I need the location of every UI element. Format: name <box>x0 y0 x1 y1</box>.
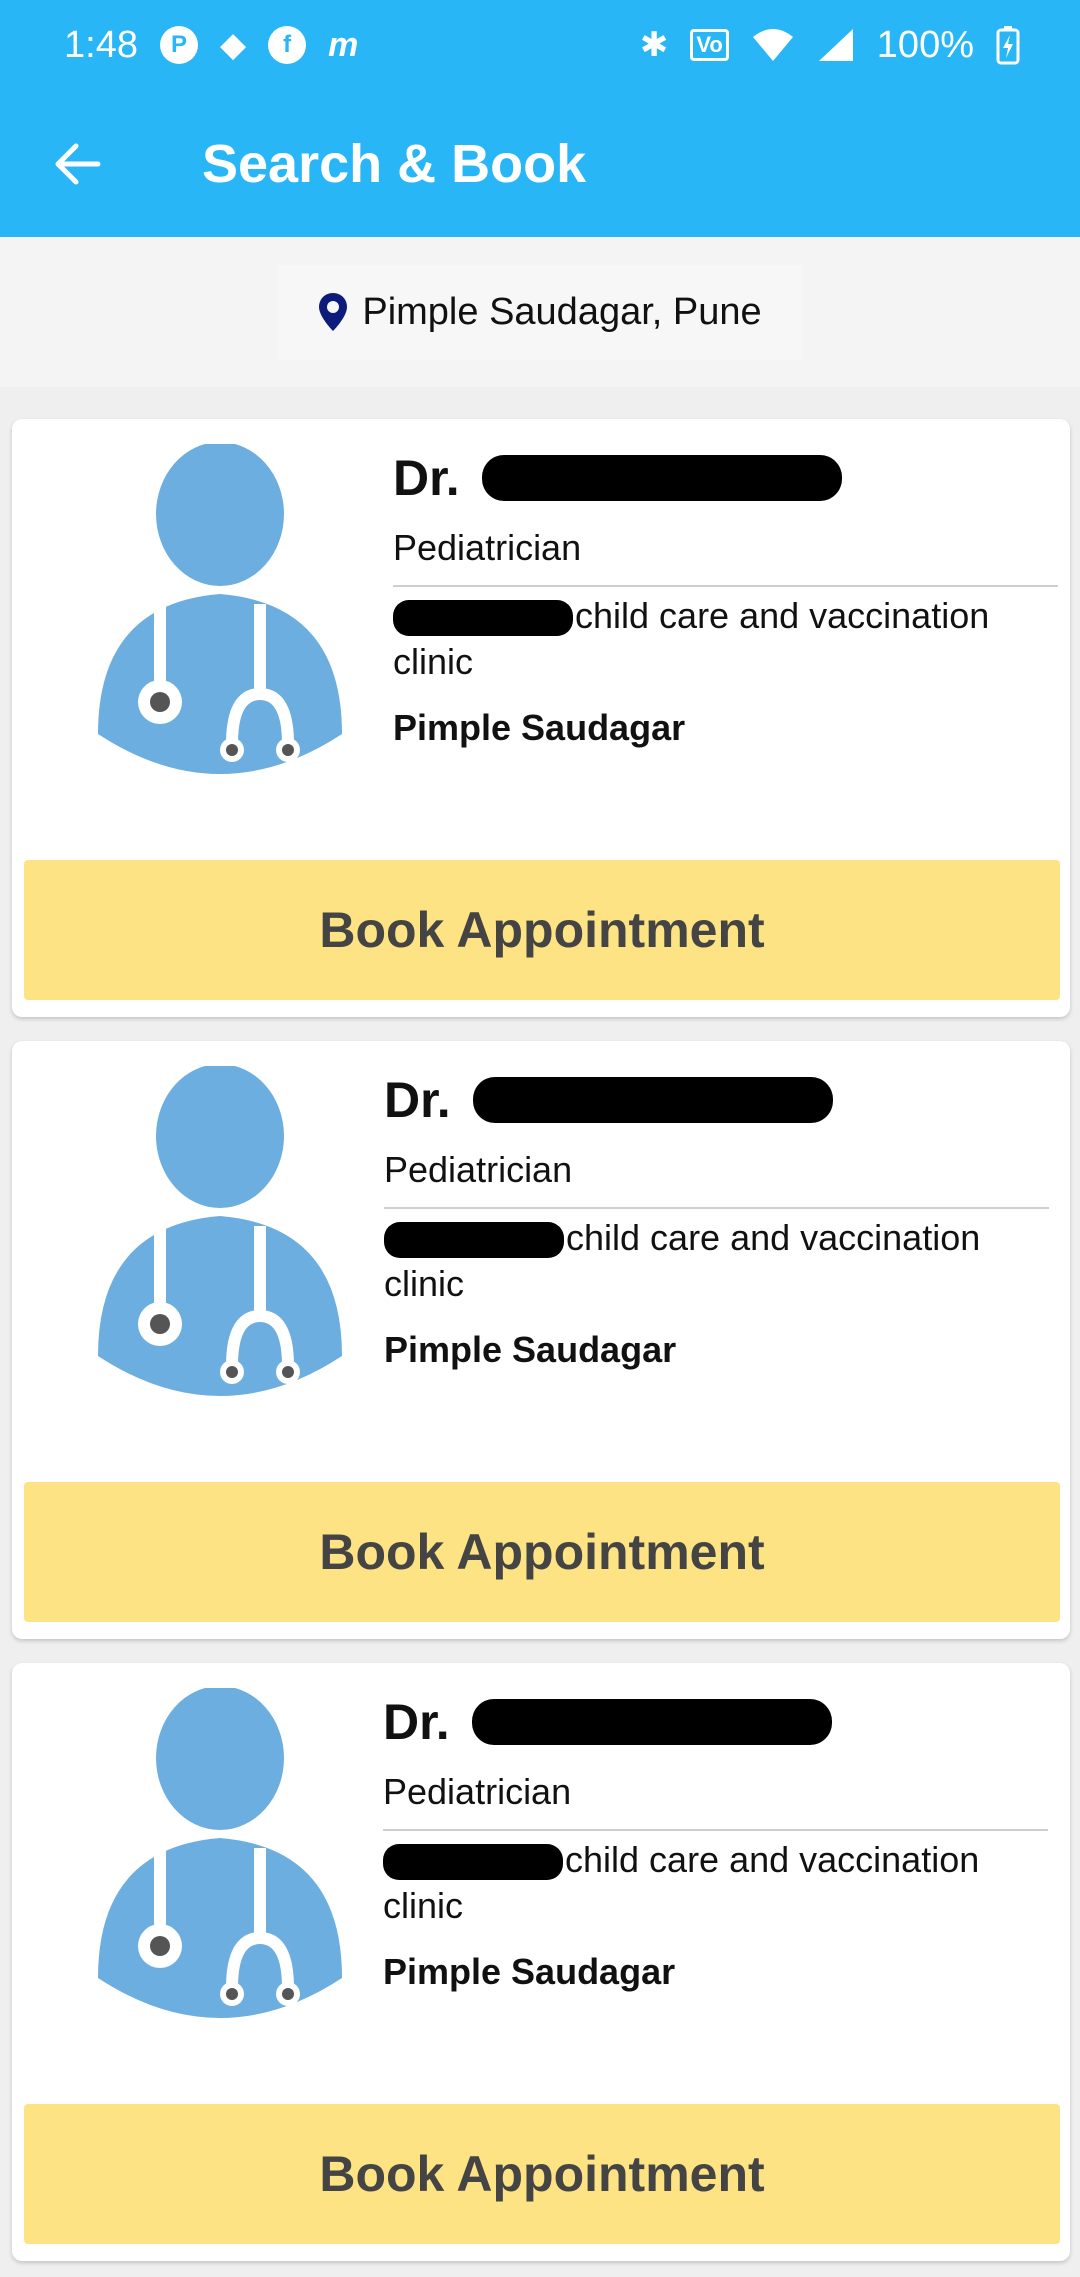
doctor-area: Pimple Saudagar <box>383 1951 676 1992</box>
redacted-name <box>472 1077 833 1123</box>
doctor-card: Dr. Pediatrician child care and vaccinat… <box>12 1041 1070 1639</box>
location-bar: Pimple Saudagar, Pune <box>0 237 1080 387</box>
toolbar: Search & Book <box>0 90 1080 237</box>
battery-level: 100% <box>876 23 974 66</box>
book-appointment-button[interactable]: Book Appointment <box>24 1482 1060 1622</box>
doctor-info: Dr. Pediatrician child care and vaccinat… <box>393 449 1058 749</box>
book-appointment-button[interactable]: Book Appointment <box>24 860 1060 1000</box>
volte-icon: Vo <box>690 29 729 61</box>
book-appointment-button[interactable]: Book Appointment <box>24 2104 1060 2244</box>
dropbox-icon: ◆ <box>219 26 247 64</box>
doctor-specialty: Pediatrician <box>383 1771 572 1812</box>
doctor-avatar-icon <box>98 1066 342 1396</box>
doctor-area: Pimple Saudagar <box>384 1329 677 1370</box>
doctor-info: Dr. Pediatrician child care and vaccinat… <box>383 1693 1048 1993</box>
doctor-avatar-icon <box>98 444 342 774</box>
status-left: 1:48 P ◆ f m <box>64 24 358 67</box>
myntra-icon: m <box>328 25 359 64</box>
location-text: Pimple Saudagar, Pune <box>362 290 762 333</box>
page-title: Search & Book <box>202 133 587 194</box>
status-right: ✱ Vo 100% <box>640 24 1020 67</box>
back-button[interactable] <box>38 124 118 204</box>
redacted-clinic-prefix <box>384 1222 564 1259</box>
clinic-name: child care and vaccination clinic <box>393 593 1058 685</box>
battery-charging-icon <box>996 26 1020 65</box>
redacted-name <box>481 455 842 501</box>
doctor-card: Dr. Pediatrician child care and vaccinat… <box>12 419 1070 1017</box>
app-bar: 1:48 P ◆ f m ✱ Vo 100% Search & Book <box>0 0 1080 237</box>
doctor-specialty: Pediatrician <box>393 527 582 568</box>
doctor-name-prefix: Dr. <box>393 450 460 506</box>
arrow-left-icon <box>55 143 101 184</box>
divider <box>383 1829 1048 1831</box>
doctor-area: Pimple Saudagar <box>393 707 686 748</box>
location-selector[interactable]: Pimple Saudagar, Pune <box>278 264 802 360</box>
doctor-specialty: Pediatrician <box>384 1149 573 1190</box>
doctor-card: Dr. Pediatrician child care and vaccinat… <box>12 1663 1070 2261</box>
doctor-name: Dr. <box>393 449 1058 507</box>
divider <box>393 585 1058 587</box>
bluetooth-icon: ✱ <box>639 26 669 64</box>
redacted-clinic-prefix <box>383 1844 563 1881</box>
redacted-clinic-prefix <box>393 600 573 637</box>
redacted-name <box>471 1699 832 1745</box>
doctor-avatar-icon <box>98 1688 342 2018</box>
clinic-name: child care and vaccination clinic <box>383 1837 1048 1929</box>
p-icon: P <box>159 26 198 64</box>
divider <box>384 1207 1049 1209</box>
doctor-name: Dr. <box>383 1693 1048 1751</box>
doctor-name-prefix: Dr. <box>384 1072 451 1128</box>
doctor-name: Dr. <box>384 1071 1049 1129</box>
clinic-name: child care and vaccination clinic <box>384 1215 1049 1307</box>
map-pin-icon <box>319 293 348 331</box>
wifi-icon <box>752 29 793 61</box>
status-bar: 1:48 P ◆ f m ✱ Vo 100% <box>0 0 1080 90</box>
facebook-icon: f <box>268 26 307 64</box>
signal-icon <box>818 29 853 61</box>
doctor-name-prefix: Dr. <box>383 1694 450 1750</box>
status-time: 1:48 <box>64 23 138 66</box>
doctor-info: Dr. Pediatrician child care and vaccinat… <box>384 1071 1049 1371</box>
